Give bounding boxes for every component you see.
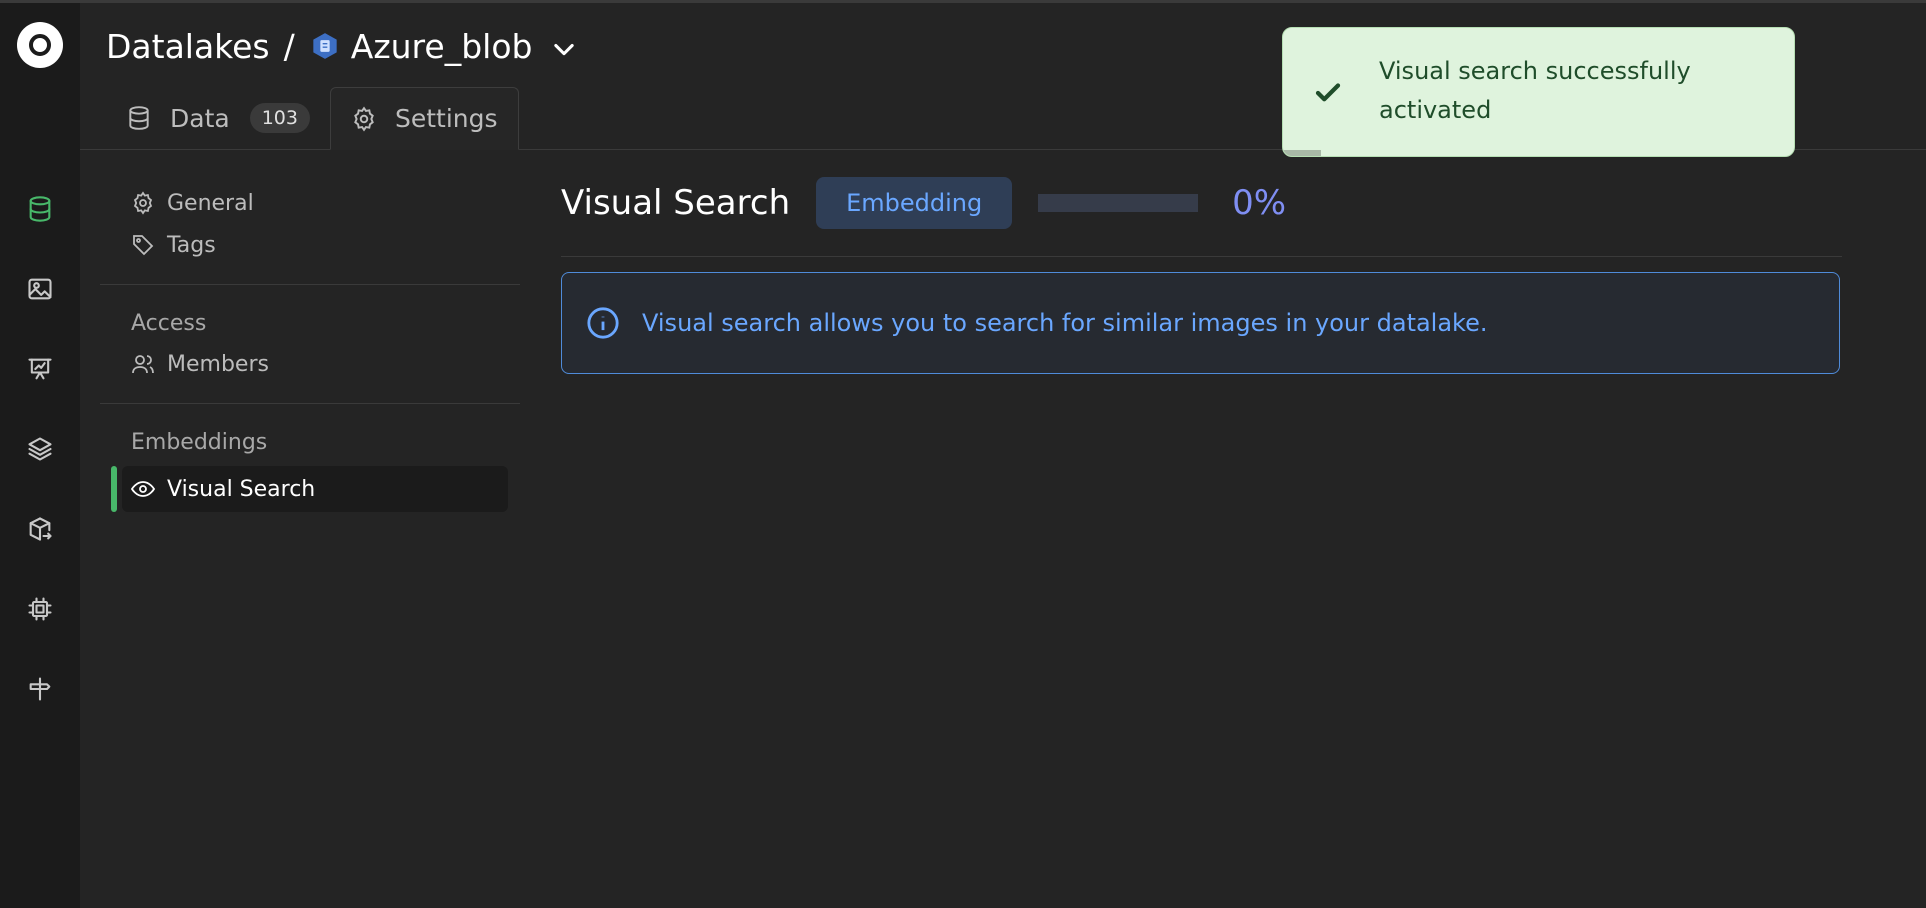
nav-datalakes[interactable] [20,189,60,229]
tag-icon [133,235,154,256]
sidebar-item-visual-search[interactable]: Visual Search [111,466,508,512]
breadcrumb-separator: / [283,26,295,66]
sidebar-item-label: Tags [167,232,216,258]
layers-icon [28,437,52,461]
info-alert: Visual search allows you to search for s… [561,272,1840,374]
sidebar-item-members[interactable]: Members [100,343,520,385]
tab-data-label: Data [170,103,230,133]
gear-icon [133,191,153,215]
page-title: Visual Search [561,183,791,223]
azure-blob-icon [313,33,337,59]
image-icon [28,278,52,300]
datalake-switcher-button[interactable] [550,32,578,60]
datalake-tabs: Data 103 Settings [106,87,519,150]
app-logo[interactable] [17,22,63,68]
cpu-icon [28,597,52,621]
nav-images[interactable] [20,269,60,309]
sidebar-item-label: Members [167,351,269,377]
tab-data[interactable]: Data 103 [106,87,330,149]
signpost-icon [29,677,51,701]
sidebar-divider [100,284,520,285]
nav-deploy[interactable] [20,669,60,709]
tab-settings-label: Settings [394,104,498,133]
toast-timer-bar [1283,150,1321,156]
sidebar-item-general[interactable]: General [100,182,520,224]
data-count-badge: 103 [249,103,310,133]
info-text: Visual search allows you to search for s… [642,309,1488,337]
active-indicator [111,466,117,512]
database-icon [129,106,149,130]
status-badge: Embedding [816,177,1013,229]
nav-compute[interactable] [20,589,60,629]
datalake-name: Azure_blob [350,26,533,66]
sidebar-item-label: General [167,190,254,216]
visual-search-header: Visual Search Embedding 0% [561,150,1842,257]
nav-layers[interactable] [20,429,60,469]
info-icon [587,307,619,339]
presentation-icon [28,358,52,380]
tab-settings[interactable]: Settings [329,87,519,150]
progress-percent: 0% [1232,183,1287,223]
database-icon [29,196,51,222]
sidebar-divider [100,403,520,404]
sidebar-section-embeddings: Embeddings [131,429,268,455]
success-toast[interactable]: Visual search successfully activated [1282,27,1795,157]
nav-models[interactable] [20,509,60,549]
sidebar-item-tags[interactable]: Tags [100,224,520,266]
sidebar-section-access: Access [131,310,207,336]
embedding-progress-bar [1038,194,1199,212]
sidebar-item-label: Visual Search [167,476,316,502]
breadcrumb: Datalakes / Azure_blob [106,23,578,69]
check-icon [1313,78,1343,108]
box-export-icon [29,517,52,541]
toast-message: Visual search successfully activated [1379,57,1691,124]
settings-sidebar: General Tags Access Members Embeddings V… [100,150,520,512]
app-nav-rail [0,3,80,908]
breadcrumb-datalakes[interactable]: Datalakes [106,27,270,66]
users-icon [132,355,154,374]
gear-icon [354,105,374,132]
chevron-down-icon [554,43,575,56]
nav-presentation[interactable] [20,349,60,389]
settings-content: Visual Search Embedding 0% Visual search… [561,150,1842,374]
eye-icon [131,481,155,497]
